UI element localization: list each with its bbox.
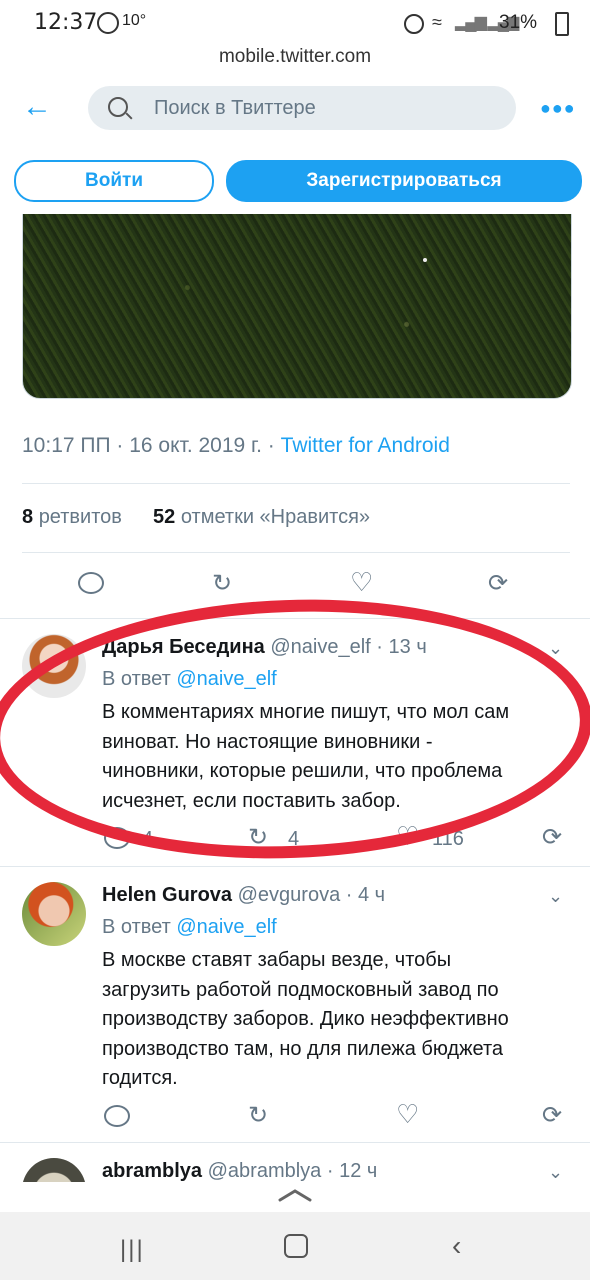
divider [22,483,570,484]
tweet-meta: 10:17 ПП · 16 окт. 2019 г. · Twitter for… [22,434,450,458]
tweet-actions: ↻ ♡ ⟳ [102,1101,572,1132]
author-name[interactable]: abramblya [102,1160,202,1182]
more-options-icon[interactable]: ●●● [540,98,576,119]
login-button[interactable]: Войти [14,160,214,202]
system-nav-bar: ||| ‹ [0,1212,590,1280]
reply-tweet[interactable]: Helen Gurova @evgurova · 4 ч ⌄ В ответ @… [0,868,590,1142]
author-handle[interactable]: @evgurova [238,884,341,906]
avatar[interactable] [22,1158,86,1184]
battery-percent: 31% [499,12,538,33]
like-icon[interactable]: ♡ [350,569,373,595]
likes-label[interactable]: отметки «Нравится» [181,506,370,528]
tweet-text-line: годится. [102,1067,178,1089]
reply-tweet[interactable]: abramblya @abramblya · 12 ч ⌄ [0,1144,590,1184]
tweet-source-link[interactable]: Twitter for Android [281,434,450,457]
status-time: 12:37 [34,10,98,35]
tweet-text-line: производство там, но для пилежа бюджета [102,1037,503,1060]
status-bar: 12:37 10° ≈ ▂▄▆ ▂▄▆ 31% [0,0,590,46]
chevron-down-icon[interactable]: ⌄ [548,1162,563,1183]
retweet-icon[interactable]: ↻ [212,572,232,596]
retweet-icon[interactable]: ↻ [248,1104,268,1128]
bottom-sheet-handle[interactable] [0,1182,590,1212]
tweet-time[interactable]: · 4 ч [346,884,385,906]
status-temperature: 10° [122,12,147,29]
tweet-text-line: загрузить работой подмосковный завод по [102,978,499,1001]
retweets-label[interactable]: ретвитов [39,506,122,528]
search-icon [108,97,128,117]
url-bar[interactable]: mobile.twitter.com [0,46,590,74]
header: ← Поиск в Твиттере ●●● [0,80,590,142]
tweet-text-line: В москве ставят забары везде, чтобы [102,949,452,971]
reply-to: В ответ @naive_elf [102,916,277,939]
tweet-timestamp: 10:17 ПП · 16 окт. 2019 г. · [22,434,275,457]
reply-icon[interactable] [78,572,104,594]
photo-speck [423,258,427,262]
like-icon[interactable]: ♡ [396,1101,419,1127]
divider [0,866,590,867]
retweets-count[interactable]: 8 [22,506,33,528]
tweet-time[interactable]: · 12 ч [327,1160,377,1182]
share-icon[interactable]: ⟳ [542,826,562,850]
share-icon[interactable]: ⟳ [488,572,508,596]
chevron-down-icon[interactable]: ⌄ [548,886,563,907]
search-input[interactable]: Поиск в Твиттере [88,86,516,130]
chevron-up-icon[interactable] [278,1188,312,1202]
back-icon[interactable]: ‹ [452,1230,461,1262]
battery-icon [555,12,569,36]
likes-count[interactable]: 52 [153,506,175,528]
tweet-text-line: производству заборов. Дико неэффективно [102,1008,509,1030]
divider [0,1142,590,1143]
avatar[interactable] [22,882,86,946]
author-name[interactable]: Helen Gurova [102,884,232,906]
reply-icon[interactable] [104,1105,130,1127]
reply-to-handle[interactable]: @naive_elf [176,916,276,938]
back-arrow-icon[interactable]: ← [22,92,52,122]
home-icon[interactable] [284,1234,308,1258]
search-placeholder: Поиск в Твиттере [154,97,316,119]
wifi-icon: ≈ [432,12,442,32]
alarm-icon [404,14,424,34]
tweet-header: abramblya @abramblya · 12 ч [102,1160,377,1183]
author-handle[interactable]: @abramblya [208,1160,322,1182]
viber-icon [97,12,119,34]
tweet-text: В москве ставят забары везде, чтобы загр… [102,946,572,1094]
reply-prefix: В ответ [102,916,171,938]
recent-apps-icon[interactable]: ||| [120,1236,145,1264]
tweet-stats: 8 ретвитов 52 отметки «Нравится» [22,506,370,529]
divider [22,552,570,553]
tweet-photo[interactable] [22,214,572,399]
tweet-header: Helen Gurova @evgurova · 4 ч [102,884,385,907]
share-icon[interactable]: ⟳ [542,1104,562,1128]
signup-button[interactable]: Зарегистрироваться [226,160,582,202]
